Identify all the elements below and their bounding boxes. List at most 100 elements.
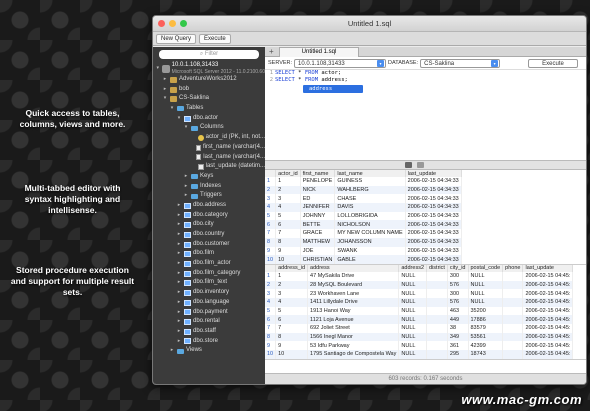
server-select[interactable]: 10.0.1.108,31433 ▾ [294, 58, 387, 68]
expand-arrow-icon[interactable]: ▸ [162, 75, 168, 85]
table-cell[interactable]: 53 Idfu Parkway [307, 341, 400, 351]
table-row[interactable]: 2 2 NICK WAHLBERG 2006-02-15 04:34:33 [265, 185, 462, 195]
table-cell[interactable]: 28 MySQL Boulevard [307, 280, 400, 290]
table-cell[interactable]: 692 Joliet Street [307, 324, 400, 333]
table-cell[interactable]: JENNIFER [300, 203, 336, 212]
table-cell[interactable] [426, 306, 448, 316]
table-cell[interactable] [502, 315, 524, 324]
table-cell[interactable]: 2006-02-15 04:34:33 [405, 177, 462, 186]
table-cell[interactable] [502, 297, 524, 307]
table-cell[interactable]: 300 [447, 289, 469, 298]
table-cell[interactable]: NULL [468, 280, 504, 290]
table-cell[interactable]: 576 [447, 297, 469, 307]
table-cell[interactable]: NULL [468, 289, 504, 298]
table-cell[interactable]: 2006-02-15 04:34:33 [405, 185, 462, 195]
table-cell[interactable]: 2006-02-15 04:34:33 [405, 211, 462, 221]
table-cell[interactable]: 7 [275, 324, 309, 333]
collapse-arrow-icon[interactable]: ▾ [183, 123, 189, 133]
expand-arrow-icon[interactable]: ▸ [176, 278, 182, 288]
tree-server[interactable]: ▾ 10.0.1.108,31433 Microsoft SQL Server … [153, 62, 265, 75]
table-cell[interactable]: 2006-02-15 04:34:33 [405, 229, 462, 238]
filter-input[interactable]: ⌕ Filter [159, 50, 259, 59]
table-cell[interactable]: LOLLOBRIGIDA [334, 211, 406, 221]
table-cell[interactable] [426, 350, 448, 359]
table-row[interactable]: 7 7 692 Joliet Street NULL 38 83579 2006-02-15… [265, 324, 574, 333]
table-cell[interactable]: NULL [468, 271, 504, 281]
column-header[interactable]: first_name [300, 170, 336, 177]
table-cell[interactable]: 1 [275, 177, 301, 186]
tree-item[interactable]: ▸ Triggers [153, 191, 265, 201]
tree-item[interactable]: ▸ Indexes [153, 182, 265, 192]
expand-arrow-icon[interactable]: ▸ [176, 327, 182, 337]
tree-item[interactable]: ▸ AdventureWorks2012 [153, 75, 265, 85]
row-number[interactable]: 2 [265, 185, 277, 195]
expand-arrow-icon[interactable]: ▸ [176, 259, 182, 269]
column-header[interactable]: last_update [405, 170, 462, 177]
table-cell[interactable]: NULL [398, 297, 428, 307]
table-cell[interactable]: NICHOLSON [334, 220, 406, 230]
table-cell[interactable] [426, 332, 448, 342]
table-cell[interactable]: 1913 Hanoi Way [307, 306, 400, 316]
execute-toolbar-button[interactable]: Execute [199, 33, 231, 44]
tree-item[interactable]: ▸ dbo.customer [153, 240, 265, 250]
expand-arrow-icon[interactable]: ▸ [176, 240, 182, 250]
table-cell[interactable]: 1566 Inegl Manor [307, 332, 400, 342]
table-cell[interactable] [502, 324, 524, 333]
collapse-arrow-icon[interactable]: ▾ [162, 94, 168, 104]
table-row[interactable]: 9 9 JOE SWANK 2006-02-15 04:34:33 [265, 246, 462, 256]
row-number[interactable]: 9 [265, 341, 277, 351]
table-cell[interactable]: GRACE [300, 229, 336, 238]
table-cell[interactable]: 2006-02-15 04:45: [522, 350, 574, 359]
table-cell[interactable]: 2006-02-15 04:34:33 [405, 246, 462, 256]
table-cell[interactable]: NULL [398, 332, 428, 342]
table-cell[interactable]: 2006-02-15 04:34:33 [405, 203, 462, 212]
row-number[interactable]: 3 [265, 194, 277, 204]
row-number[interactable]: 10 [265, 255, 277, 264]
tab-untitled-1[interactable]: Untitled 1.sql [279, 47, 359, 57]
column-header[interactable]: address_id [275, 264, 309, 272]
table-cell[interactable]: 10 [275, 350, 309, 359]
tree-item[interactable]: ▸ dbo.film_text [153, 278, 265, 288]
column-header[interactable]: last_update [522, 264, 574, 272]
table-row[interactable]: 4 4 JENNIFER DAVIS 2006-02-15 04:34:33 [265, 203, 462, 212]
tree-item[interactable]: ▸ dbo.staff [153, 327, 265, 337]
table-cell[interactable]: 2006-02-15 04:45: [522, 289, 574, 298]
table-cell[interactable]: JOHANSSON [334, 237, 406, 247]
table-cell[interactable] [502, 280, 524, 290]
column-header[interactable]: address [307, 264, 400, 272]
expand-arrow-icon[interactable]: ▸ [176, 269, 182, 279]
tree-item[interactable]: ▸ Keys [153, 172, 265, 182]
table-row[interactable]: 6 6 1121 Loja Avenue NULL 449 17886 2006-02-15… [265, 315, 574, 324]
tree-item[interactable]: ▾ Columns [153, 123, 265, 133]
column-header[interactable]: phone [502, 264, 524, 272]
table-cell[interactable]: NICK [300, 185, 336, 195]
table-cell[interactable]: 35200 [468, 306, 504, 316]
table-row[interactable]: 3 3 ED CHASE 2006-02-15 04:34:33 [265, 194, 462, 204]
table-cell[interactable] [502, 350, 524, 359]
table-cell[interactable]: 5 [275, 306, 309, 316]
table-row[interactable]: 5 5 1913 Hanoi Way NULL 463 35200 2006-02-15 0… [265, 306, 574, 316]
table-row[interactable]: 8 8 1566 Inegl Manor NULL 349 53561 2006-02-15… [265, 332, 574, 342]
table-cell[interactable]: NULL [398, 315, 428, 324]
sql-editor[interactable]: 1 SELECT * FROM actor; 2 SELECT * FROM a… [265, 70, 586, 160]
table-cell[interactable]: 47 MySakila Drive [307, 271, 400, 281]
table-cell[interactable]: 361 [447, 341, 469, 351]
table-cell[interactable]: 2 [275, 280, 309, 290]
row-number[interactable]: 5 [265, 211, 277, 221]
table-cell[interactable] [426, 341, 448, 351]
add-tab-icon[interactable]: + [269, 47, 274, 57]
expand-arrow-icon[interactable]: ▸ [169, 346, 175, 356]
table-cell[interactable]: 5 [275, 211, 301, 221]
table-cell[interactable]: NULL [398, 306, 428, 316]
table-cell[interactable]: SWANK [334, 246, 406, 256]
tree-item[interactable]: ▾ Tables [153, 104, 265, 114]
table-cell[interactable]: 9 [275, 246, 301, 256]
column-header[interactable] [265, 170, 277, 177]
collapse-arrow-icon[interactable]: ▾ [169, 104, 175, 114]
table-cell[interactable]: CHASE [334, 194, 406, 204]
table-cell[interactable]: 1411 Lillydale Drive [307, 297, 400, 307]
table-cell[interactable]: 4 [275, 203, 301, 212]
table-cell[interactable]: 17886 [468, 315, 504, 324]
table-cell[interactable]: 2 [275, 185, 301, 195]
row-number[interactable]: 5 [265, 306, 277, 316]
